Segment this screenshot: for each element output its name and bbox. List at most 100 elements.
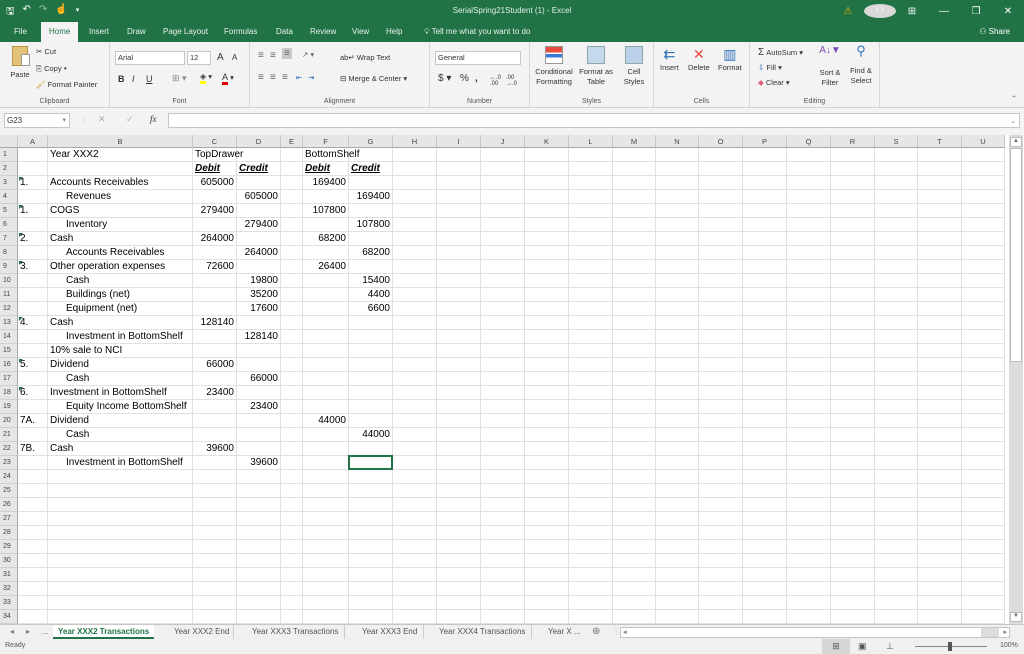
cell-b17[interactable]: Cash — [66, 372, 89, 386]
sort-filter-button[interactable]: A↓▼ Sort & Filter — [816, 46, 844, 88]
align-left-icon[interactable]: ≡ — [258, 72, 264, 83]
next-sheet-icon[interactable]: ▸ — [26, 625, 30, 639]
autosum-button[interactable]: Σ AutoSum ▾ — [758, 47, 803, 58]
cell-g2[interactable]: Credit — [351, 162, 380, 176]
cell-g11[interactable]: 4400 — [351, 288, 390, 302]
row-header-20[interactable]: 20 — [0, 414, 18, 428]
cell-f7[interactable]: 68200 — [305, 232, 346, 246]
row-header-1[interactable]: 1 — [0, 148, 18, 162]
tab-page-layout[interactable]: Page Layout — [163, 22, 208, 42]
italic-button[interactable]: I — [132, 74, 135, 84]
row-header-19[interactable]: 19 — [0, 400, 18, 414]
collapse-ribbon-icon[interactable]: ⌃ — [1011, 94, 1017, 103]
tab-view[interactable]: View — [352, 22, 369, 42]
increase-indent-icon[interactable]: ⇥ — [308, 73, 314, 82]
error-indicator-icon[interactable] — [19, 177, 23, 181]
cell-b11[interactable]: Buildings (net) — [66, 288, 130, 302]
name-box-dropdown-icon[interactable]: ▾ — [62, 114, 66, 127]
tab-help[interactable]: Help — [386, 22, 402, 42]
cell-c9[interactable]: 72600 — [195, 260, 234, 274]
row-header-3[interactable]: 3 — [0, 176, 18, 190]
comma-button[interactable]: , — [475, 73, 478, 84]
align-bottom-icon[interactable]: ≡ — [282, 48, 292, 59]
row-header-24[interactable]: 24 — [0, 470, 18, 484]
tell-me-search[interactable]: 💡︎ Tell me what you want to do — [424, 22, 530, 42]
column-header-f[interactable]: F — [303, 135, 349, 148]
row-header-4[interactable]: 4 — [0, 190, 18, 204]
warning-icon[interactable]: ⚠ — [832, 6, 864, 17]
cell-b14[interactable]: Investment in BottomShelf — [66, 330, 183, 344]
column-header-b[interactable]: B — [48, 135, 193, 148]
column-header-r[interactable]: R — [831, 135, 875, 148]
cell-b7[interactable]: Cash — [50, 232, 73, 246]
cell-b8[interactable]: Accounts Receivables — [66, 246, 164, 260]
cell-c22[interactable]: 39600 — [195, 442, 234, 456]
column-header-m[interactable]: M — [613, 135, 656, 148]
cancel-entry-icon[interactable]: ✕ — [98, 114, 106, 125]
row-header-17[interactable]: 17 — [0, 372, 18, 386]
tab-formulas[interactable]: Formulas — [224, 22, 257, 42]
cell-b21[interactable]: Cash — [66, 428, 89, 442]
sheet-tab-year-xxx3-transactions[interactable]: Year XXX3 Transactions — [246, 625, 346, 639]
cell-f9[interactable]: 26400 — [305, 260, 346, 274]
error-indicator-icon[interactable] — [19, 233, 23, 237]
insert-cells-button[interactable]: ⇇ Insert — [660, 46, 679, 72]
percent-button[interactable]: % — [460, 73, 469, 84]
wrap-text-button[interactable]: ab↵ Wrap Text — [340, 53, 390, 62]
increase-decimal-icon[interactable]: ←.0.00 — [490, 75, 501, 87]
copy-button[interactable]: ⎘ Copy ▾ — [36, 64, 67, 74]
row-header-22[interactable]: 22 — [0, 442, 18, 456]
tab-review[interactable]: Review — [310, 22, 336, 42]
decrease-indent-icon[interactable]: ⇤ — [296, 73, 302, 82]
row-header-28[interactable]: 28 — [0, 526, 18, 540]
font-size-dropdown[interactable]: 12 — [187, 51, 211, 65]
cell-d6[interactable]: 279400 — [239, 218, 278, 232]
cell-g6[interactable]: 107800 — [351, 218, 390, 232]
row-header-30[interactable]: 30 — [0, 554, 18, 568]
cell-g8[interactable]: 68200 — [351, 246, 390, 260]
format-cells-button[interactable]: ▥ Format — [718, 46, 742, 72]
sheet-tab-year-xxx2-end[interactable]: Year XXX2 End — [170, 625, 235, 639]
cut-button[interactable]: ✂ Cut — [36, 47, 56, 56]
error-indicator-icon[interactable] — [19, 205, 23, 209]
cell-b13[interactable]: Cash — [50, 316, 73, 330]
cell-b4[interactable]: Revenues — [66, 190, 111, 204]
row-header-6[interactable]: 6 — [0, 218, 18, 232]
scroll-up-button[interactable]: ▲ — [1010, 137, 1022, 147]
zoom-level[interactable]: 100% — [1000, 642, 1018, 649]
more-sheets-left[interactable]: ... — [42, 625, 49, 639]
row-header-14[interactable]: 14 — [0, 330, 18, 344]
column-header-o[interactable]: O — [699, 135, 743, 148]
column-header-u[interactable]: U — [962, 135, 1005, 148]
prev-sheet-icon[interactable]: ◂ — [10, 625, 14, 639]
row-header-13[interactable]: 13 — [0, 316, 18, 330]
format-as-table-button[interactable]: Format as Table — [576, 46, 616, 87]
new-sheet-button[interactable]: ⊕ — [592, 625, 600, 639]
row-header-9[interactable]: 9 — [0, 260, 18, 274]
cell-b22[interactable]: Cash — [50, 442, 73, 456]
error-indicator-icon[interactable] — [19, 261, 23, 265]
row-header-15[interactable]: 15 — [0, 344, 18, 358]
row-header-5[interactable]: 5 — [0, 204, 18, 218]
worksheet-grid[interactable]: A B C D E F G H I J K L M N O P Q R S T U 1 Year XXX2 TopDrawer… — [0, 135, 1024, 624]
cell-g4[interactable]: 169400 — [351, 190, 390, 204]
cell-b12[interactable]: Equipment (net) — [66, 302, 137, 316]
cell-g12[interactable]: 6600 — [351, 302, 390, 316]
underline-button[interactable]: U — [146, 74, 153, 84]
column-header-g[interactable]: G — [349, 135, 393, 148]
cell-c2[interactable]: Debit — [195, 162, 220, 176]
conditional-formatting-button[interactable]: Conditional Formatting — [534, 46, 574, 87]
scroll-down-button[interactable]: ▼ — [1010, 612, 1022, 622]
cell-f1[interactable]: BottomShelf — [305, 148, 359, 162]
cell-a20[interactable]: 7A. — [20, 414, 35, 428]
tab-file[interactable]: File — [14, 22, 27, 42]
scroll-left-button[interactable]: ◂ — [623, 628, 627, 636]
cell-a22[interactable]: 7B. — [20, 442, 35, 456]
column-header-p[interactable]: P — [743, 135, 787, 148]
cell-f20[interactable]: 44000 — [305, 414, 346, 428]
fill-color-button[interactable]: ◈ ▾ — [200, 72, 212, 84]
align-right-icon[interactable]: ≡ — [282, 72, 288, 83]
horizontal-scroll-thumb[interactable] — [981, 628, 999, 637]
cell-g10[interactable]: 15400 — [351, 274, 390, 288]
row-header-2[interactable]: 2 — [0, 162, 18, 176]
